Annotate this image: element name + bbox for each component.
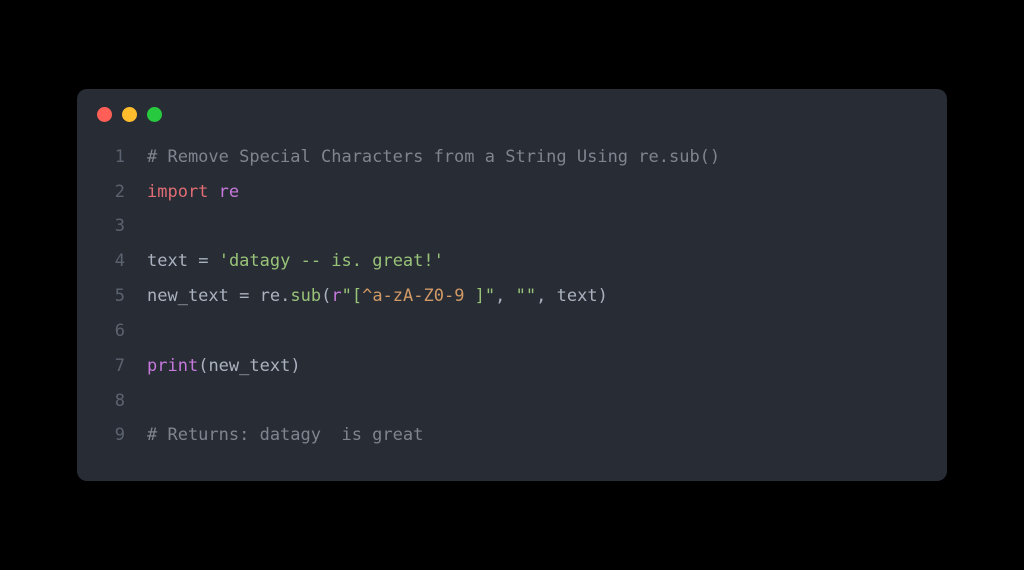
code-content: text = 'datagy -- is. great!' <box>147 244 444 279</box>
code-token: # Remove Special Characters from a Strin… <box>147 147 720 167</box>
code-content <box>147 384 157 419</box>
line-number: 9 <box>97 418 125 453</box>
close-icon[interactable] <box>97 107 112 122</box>
line-number: 7 <box>97 349 125 384</box>
code-token: "[ <box>342 286 362 306</box>
code-line: 2 import re <box>97 175 927 210</box>
code-token <box>249 286 259 306</box>
code-token: text <box>557 286 598 306</box>
code-token: , <box>536 286 556 306</box>
code-line: 7 print(new_text) <box>97 349 927 384</box>
code-token: 'datagy -- is. great!' <box>219 251 444 271</box>
code-token: , <box>495 286 515 306</box>
code-token: ( <box>198 356 208 376</box>
code-line: 8 <box>97 384 927 419</box>
code-token: ]" <box>475 286 495 306</box>
code-token: import <box>147 182 208 202</box>
code-content: print(new_text) <box>147 349 301 384</box>
code-token: r <box>331 286 341 306</box>
code-content: # Remove Special Characters from a Strin… <box>147 140 720 175</box>
line-number: 4 <box>97 244 125 279</box>
zoom-icon[interactable] <box>147 107 162 122</box>
code-token: re <box>219 182 239 202</box>
code-line: 1 # Remove Special Characters from a Stri… <box>97 140 927 175</box>
code-content: import re <box>147 175 239 210</box>
code-token: . <box>280 286 290 306</box>
line-number: 8 <box>97 384 125 419</box>
code-token: ( <box>321 286 331 306</box>
line-number: 5 <box>97 279 125 314</box>
code-content <box>147 209 157 244</box>
code-line: 3 <box>97 209 927 244</box>
line-number: 1 <box>97 140 125 175</box>
code-token: re <box>260 286 280 306</box>
line-number: 6 <box>97 314 125 349</box>
minimize-icon[interactable] <box>122 107 137 122</box>
code-content <box>147 314 157 349</box>
code-token <box>188 251 198 271</box>
code-token: ) <box>598 286 608 306</box>
code-area[interactable]: 1 # Remove Special Characters from a Stri… <box>77 130 947 482</box>
code-token: # Returns: datagy is great <box>147 425 423 445</box>
code-token: "" <box>516 286 536 306</box>
code-content: # Returns: datagy is great <box>147 418 423 453</box>
code-content: new_text = re.sub(r"[^a-zA-Z0-9 ]", "", … <box>147 279 608 314</box>
code-token: ) <box>290 356 300 376</box>
code-token <box>229 286 239 306</box>
code-token: text <box>147 251 188 271</box>
code-line: 5 new_text = re.sub(r"[^a-zA-Z0-9 ]", "",… <box>97 279 927 314</box>
code-token: print <box>147 356 198 376</box>
code-token: new_text <box>147 286 229 306</box>
code-token: sub <box>290 286 321 306</box>
code-line: 9 # Returns: datagy is great <box>97 418 927 453</box>
code-token: = <box>239 286 249 306</box>
code-token <box>208 182 218 202</box>
window-titlebar <box>77 89 947 130</box>
code-token: new_text <box>208 356 290 376</box>
line-number: 2 <box>97 175 125 210</box>
code-token: ^a-zA-Z0-9 <box>362 286 475 306</box>
line-number: 3 <box>97 209 125 244</box>
code-token: = <box>198 251 208 271</box>
code-editor-window: 1 # Remove Special Characters from a Stri… <box>77 89 947 482</box>
code-line: 6 <box>97 314 927 349</box>
code-line: 4 text = 'datagy -- is. great!' <box>97 244 927 279</box>
code-token <box>208 251 218 271</box>
